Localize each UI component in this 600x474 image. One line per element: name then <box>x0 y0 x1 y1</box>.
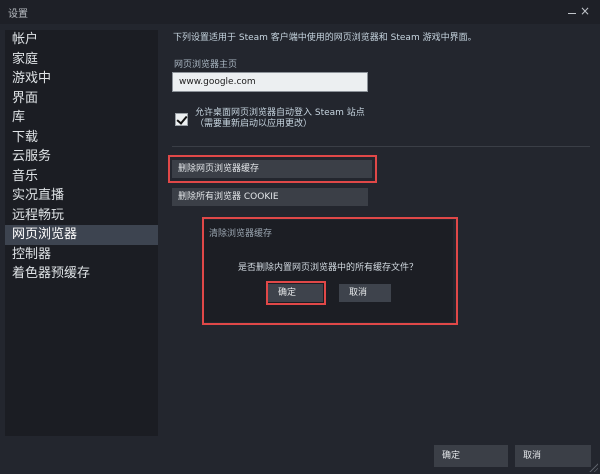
sidebar-item-cloud[interactable]: 云服务 <box>5 147 158 167</box>
sidebar-item-in-game[interactable]: 游戏中 <box>5 69 158 89</box>
sidebar-item-shader-precache[interactable]: 着色器预缓存 <box>5 264 158 284</box>
section-divider <box>172 146 590 147</box>
ok-button[interactable]: 确定 <box>434 445 508 467</box>
cancel-button[interactable]: 取消 <box>515 445 591 467</box>
sidebar-item-web-browser[interactable]: 网页浏览器 <box>5 225 158 245</box>
sidebar-item-account[interactable]: 帐户 <box>5 30 158 50</box>
auto-login-label-line1: 允许桌面网页浏览器自动登入 Steam 站点 <box>195 108 365 118</box>
dialog-ok-button[interactable]: 确定 <box>268 284 323 302</box>
dialog-title: 清除浏览器缓存 <box>209 229 273 239</box>
title-bar: 设置 × <box>0 0 600 24</box>
dialog-cancel-button[interactable]: 取消 <box>339 284 391 302</box>
sidebar-item-family[interactable]: 家庭 <box>5 50 158 70</box>
auto-login-checkbox[interactable] <box>175 113 188 126</box>
sidebar-item-library[interactable]: 库 <box>5 108 158 128</box>
delete-browser-cache-button[interactable]: 删除网页浏览器缓存 <box>172 160 372 178</box>
sidebar-item-remote-play[interactable]: 远程畅玩 <box>5 206 158 226</box>
close-button[interactable]: × <box>580 3 590 19</box>
sidebar-item-broadcasting[interactable]: 实况直播 <box>5 186 158 206</box>
clear-cache-dialog: 清除浏览器缓存 是否删除内置网页浏览器中的所有缓存文件？ 确定 取消 <box>203 220 453 322</box>
sidebar-item-music[interactable]: 音乐 <box>5 167 158 187</box>
minimize-button[interactable] <box>566 3 578 19</box>
sidebar-item-controller[interactable]: 控制器 <box>5 245 158 265</box>
dialog-message: 是否删除内置网页浏览器中的所有缓存文件？ <box>237 263 418 273</box>
home-page-input[interactable]: www.google.com <box>172 72 368 92</box>
web-browser-settings-panel: 下列设置适用于 Steam 客户端中使用的网页浏览器和 Steam 游戏中界面。… <box>160 24 600 444</box>
settings-sidebar: 帐户 家庭 游戏中 界面 库 下载 云服务 音乐 实况直播 远程畅玩 网页浏览器… <box>5 30 158 436</box>
sidebar-item-downloads[interactable]: 下载 <box>5 128 158 148</box>
settings-description: 下列设置适用于 Steam 客户端中使用的网页浏览器和 Steam 游戏中界面。 <box>173 33 477 43</box>
home-page-label: 网页浏览器主页 <box>174 60 238 70</box>
auto-login-label-line2: （需要重新启动以应用更改） <box>195 119 313 129</box>
auto-login-label: 允许桌面网页浏览器自动登入 Steam 站点 （需要重新启动以应用更改） <box>195 108 365 130</box>
sidebar-item-interface[interactable]: 界面 <box>5 89 158 109</box>
window-title: 设置 <box>8 9 28 20</box>
delete-cookies-button[interactable]: 删除所有浏览器 COOKIE <box>172 188 368 206</box>
